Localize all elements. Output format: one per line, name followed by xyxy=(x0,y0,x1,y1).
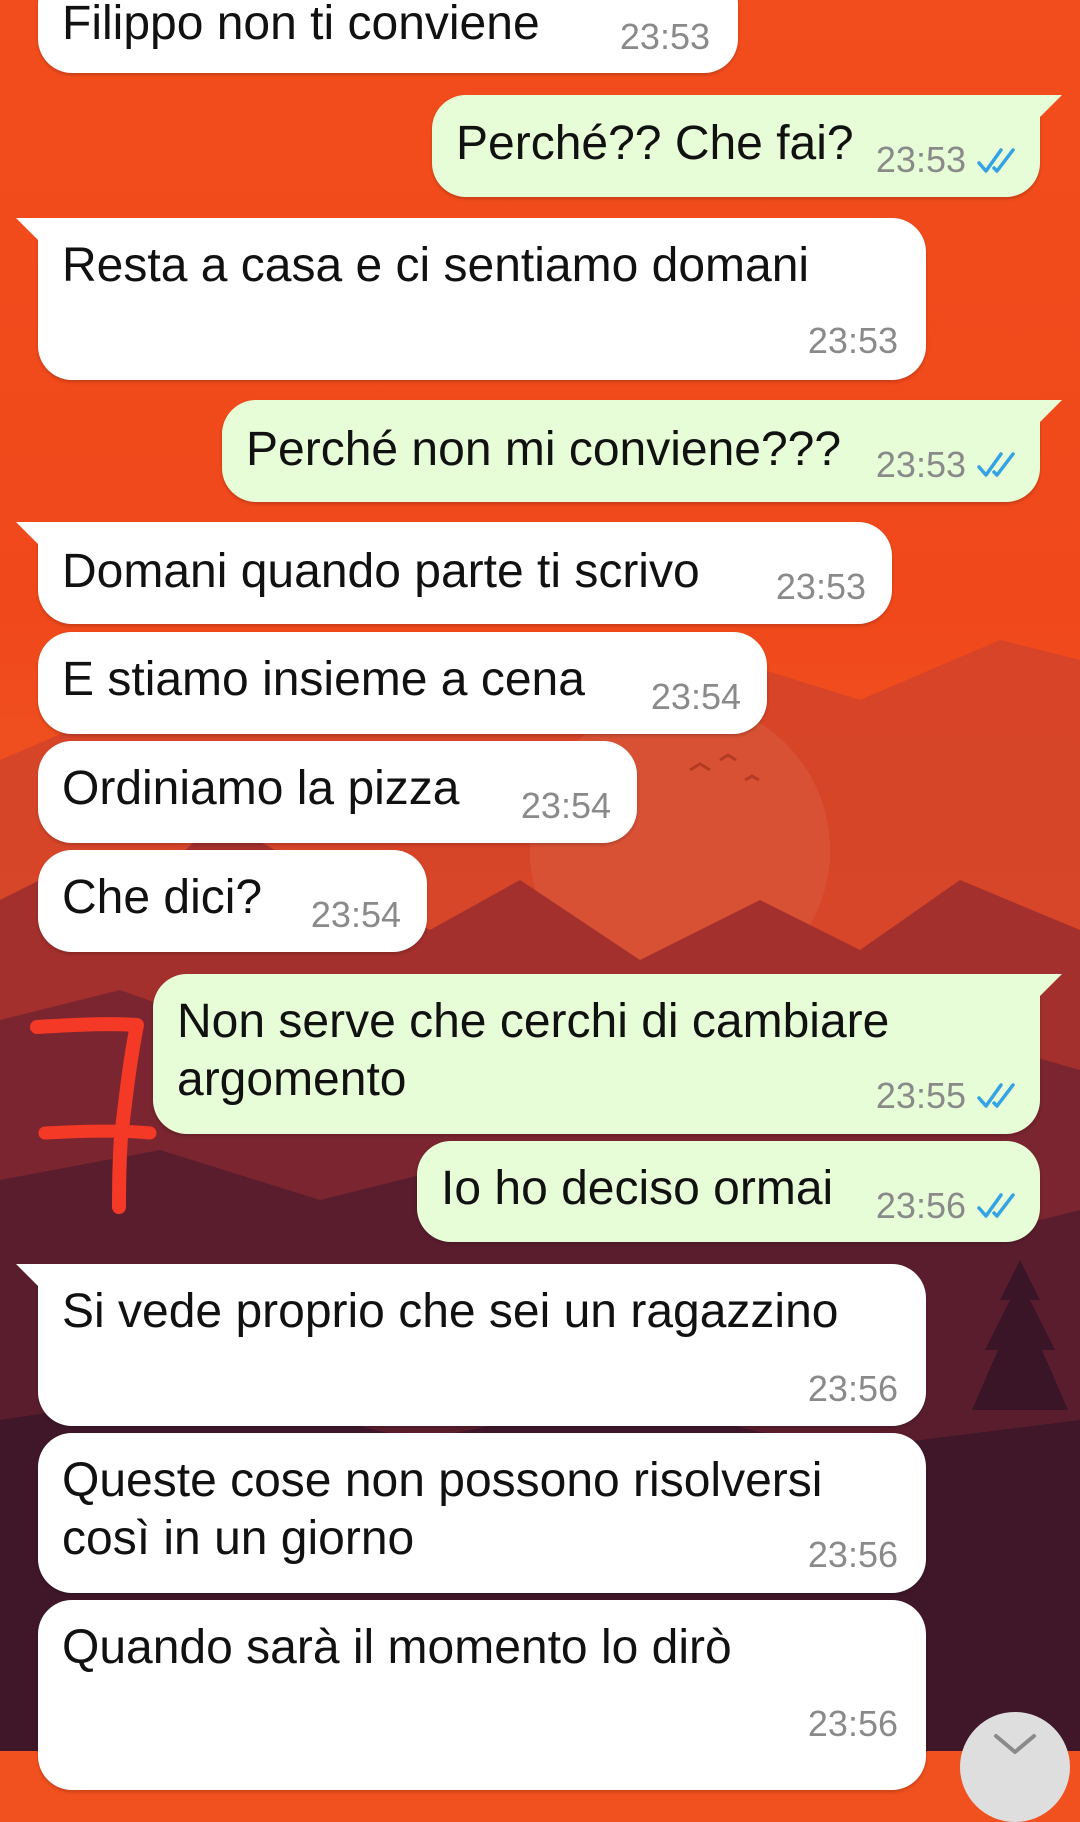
message-time: 23:56 xyxy=(807,1368,898,1409)
message-time: 23:53 xyxy=(807,320,898,361)
message-text: Che dici? xyxy=(62,871,263,924)
message-bubble-outgoing[interactable]: Perché non mi conviene??? 23:53 xyxy=(222,400,1062,502)
message-bubble-outgoing[interactable]: Non serve che cerchi di cambiare argomen… xyxy=(153,974,1062,1134)
read-ticks-icon xyxy=(977,148,1015,173)
message-bubble-outgoing[interactable]: Io ho deciso ormai 23:56 xyxy=(417,1141,1040,1242)
message-bubble-outgoing[interactable]: Perché?? Che fai? 23:53 xyxy=(432,95,1062,197)
message-text: Non serve che cerchi di cambiare xyxy=(177,995,890,1048)
message-text: Queste cose non possono risolversi xyxy=(62,1454,823,1507)
message-time: 23:55 xyxy=(875,1075,966,1116)
message-text: Filippo non ti conviene xyxy=(62,0,540,50)
message-time: 23:54 xyxy=(310,894,401,935)
message-text: Domani quando parte ti scrivo xyxy=(62,545,700,598)
message-bubble-incoming[interactable]: Che dici? 23:54 xyxy=(38,850,427,952)
message-time: 23:53 xyxy=(875,444,966,485)
read-ticks-icon xyxy=(977,1083,1015,1108)
chevron-down-icon xyxy=(994,1734,1036,1754)
message-bubble-incoming[interactable]: Si vede proprio che sei un ragazzino 23:… xyxy=(16,1264,926,1426)
message-bubble-incoming[interactable]: Domani quando parte ti scrivo 23:53 xyxy=(16,522,892,624)
message-text-line-2: argomento xyxy=(177,1053,407,1106)
read-ticks-icon xyxy=(977,452,1015,477)
message-time: 23:56 xyxy=(875,1185,966,1226)
message-bubble-incoming[interactable]: Filippo non ti conviene 23:53 xyxy=(38,0,738,73)
message-text: Resta a casa e ci sentiamo domani xyxy=(62,239,810,292)
message-time: 23:56 xyxy=(807,1534,898,1575)
message-text: Si vede proprio che sei un ragazzino xyxy=(62,1285,839,1338)
message-text: Ordiniamo la pizza xyxy=(62,762,460,815)
message-time: 23:53 xyxy=(619,16,710,57)
message-bubble-incoming[interactable]: E stiamo insieme a cena 23:54 xyxy=(38,632,767,734)
message-text: E stiamo insieme a cena xyxy=(62,653,585,706)
message-text: Perché non mi conviene??? xyxy=(246,423,842,476)
read-ticks-icon xyxy=(977,1193,1015,1218)
message-text-line-2: così in un giorno xyxy=(62,1512,415,1565)
message-time: 23:53 xyxy=(775,566,866,607)
handwritten-seven-icon xyxy=(30,1017,157,1214)
message-time: 23:53 xyxy=(875,139,966,180)
message-bubble-incoming[interactable]: Ordiniamo la pizza 23:54 xyxy=(38,741,637,843)
message-time: 23:56 xyxy=(807,1703,898,1744)
message-time: 23:54 xyxy=(650,676,741,717)
message-bubble-incoming[interactable]: Resta a casa e ci sentiamo domani 23:53 xyxy=(16,218,926,380)
scroll-to-bottom-button[interactable] xyxy=(960,1712,1070,1822)
message-bubble-incoming[interactable]: Quando sarà il momento lo dirò 23:56 xyxy=(38,1600,926,1790)
message-text: Perché?? Che fai? xyxy=(456,117,854,170)
message-text: Quando sarà il momento lo dirò xyxy=(62,1621,732,1674)
message-time: 23:54 xyxy=(520,785,611,826)
message-text: Io ho deciso ormai xyxy=(441,1162,834,1215)
message-bubble-incoming[interactable]: Queste cose non possono risolversi così … xyxy=(38,1433,926,1593)
